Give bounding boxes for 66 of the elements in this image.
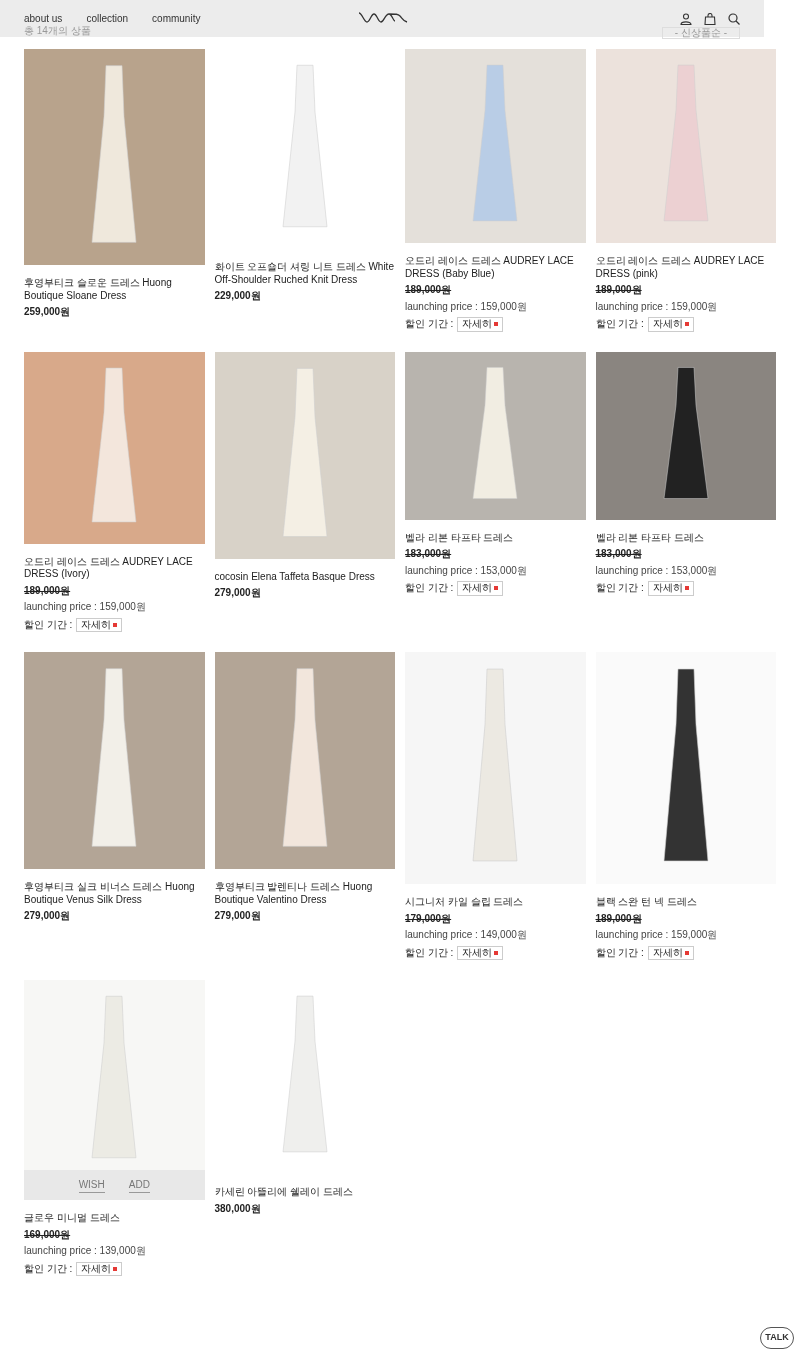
- detail-button[interactable]: 자세히: [76, 1261, 123, 1276]
- search-icon[interactable]: [728, 12, 740, 25]
- product-name[interactable]: 오드리 레이스 드레스 AUDREY LACE DRESS (Baby Blue): [405, 255, 586, 280]
- add-link[interactable]: ADD: [128, 1177, 150, 1193]
- launching-price: launching price : 159,000원: [24, 601, 147, 614]
- chat-button[interactable]: TALK: [760, 1327, 794, 1349]
- photo-placeholder[interactable]: WISH ADD: [24, 980, 205, 1200]
- product-price: 279,000원: [214, 587, 262, 600]
- product-name[interactable]: 화이트 오프숄더 셔링 니트 드레스 White Off-Shoulder Ruched Knit Dress: [214, 261, 395, 286]
- original-price: 189,000원: [595, 912, 643, 925]
- nav-link[interactable]: collection: [86, 11, 129, 26]
- product-name[interactable]: 카세린 아뜰리에 쉘레이 드레스: [214, 1186, 395, 1199]
- discount-label: 할인 기간 :: [24, 618, 73, 631]
- discount-label: 할인 기간 :: [405, 318, 454, 331]
- nav-link[interactable]: about us: [24, 11, 63, 26]
- photo-placeholder[interactable]: [595, 652, 776, 884]
- product-name[interactable]: 벨라 리본 타프타 드레스: [595, 531, 776, 544]
- launching-price: launching price : 153,000원: [595, 564, 719, 577]
- detail-button[interactable]: 자세히: [457, 317, 504, 332]
- launching-price: launching price : 159,000원: [595, 300, 719, 313]
- discount-label: 할인 기간 :: [405, 946, 454, 959]
- product-name[interactable]: 후영부티크 실크 비너스 드레스 Huong Boutique Venus Silk Dress: [24, 881, 205, 906]
- discount-label: 할인 기간 :: [595, 946, 644, 959]
- logo-icon[interactable]: [358, 11, 408, 23]
- product-price: 380,000원: [214, 1202, 262, 1215]
- product-price: 279,000원: [24, 910, 72, 923]
- launching-price: launching price : 153,000원: [405, 564, 528, 577]
- product-name[interactable]: 후영부티크 발렌티나 드레스 Huong Boutique Valentino Dress: [214, 881, 395, 906]
- wish-link[interactable]: WISH: [78, 1177, 105, 1193]
- detail-button[interactable]: 자세히: [76, 617, 123, 632]
- user-icon[interactable]: [680, 12, 692, 25]
- discount-label: 할인 기간 :: [595, 582, 644, 595]
- detail-button[interactable]: 자세히: [647, 581, 694, 596]
- original-price: 189,000원: [24, 584, 72, 597]
- product-name[interactable]: 벨라 리본 타프타 드레스: [405, 531, 586, 544]
- product-price: 229,000원: [214, 290, 262, 303]
- launching-price: launching price : 159,000원: [595, 929, 719, 942]
- product-price: 279,000원: [214, 910, 262, 923]
- product-name[interactable]: cocosin Elena Taffeta Basque Dress: [214, 570, 395, 583]
- shopping-bag-icon[interactable]: [704, 12, 716, 25]
- original-price: 189,000원: [405, 284, 453, 297]
- detail-button[interactable]: 자세히: [457, 581, 504, 596]
- detail-button[interactable]: 자세히: [647, 317, 694, 332]
- launching-price: launching price : 149,000원: [405, 929, 528, 942]
- product-name[interactable]: 후영부티크 슬로운 드레스 Huong Boutique Sloane Dress: [24, 277, 205, 302]
- nav-link[interactable]: community: [152, 11, 201, 26]
- discount-label: 할인 기간 :: [405, 582, 454, 595]
- product-name[interactable]: 시그니처 카일 슬립 드레스: [405, 896, 586, 909]
- launching-price: launching price : 139,000원: [24, 1245, 147, 1258]
- discount-label: 할인 기간 :: [24, 1262, 73, 1275]
- photo-placeholder[interactable]: [595, 351, 776, 520]
- product-count: 총 14개의 상품: [24, 26, 91, 36]
- discount-label: 할인 기간 :: [595, 318, 644, 331]
- product-price: 259,000원: [24, 306, 72, 319]
- original-price: 183,000원: [595, 548, 643, 561]
- launching-price: launching price : 159,000원: [405, 300, 528, 313]
- original-price: 169,000원: [24, 1228, 72, 1241]
- product-name[interactable]: 글로우 미니멀 드레스: [24, 1212, 205, 1225]
- detail-button[interactable]: 자세히: [647, 945, 694, 960]
- original-price: 183,000원: [405, 548, 453, 561]
- product-name[interactable]: 오드리 레이스 드레스 AUDREY LACE DRESS (Ivory): [24, 555, 205, 581]
- product-name[interactable]: 오드리 레이스 드레스 AUDREY LACE DRESS (pink): [595, 255, 776, 280]
- detail-button[interactable]: 자세히: [457, 945, 504, 960]
- original-price: 189,000원: [595, 284, 643, 297]
- product-name[interactable]: 블랙 스완 턴 넥 드레스: [595, 896, 776, 909]
- original-price: 179,000원: [405, 912, 453, 925]
